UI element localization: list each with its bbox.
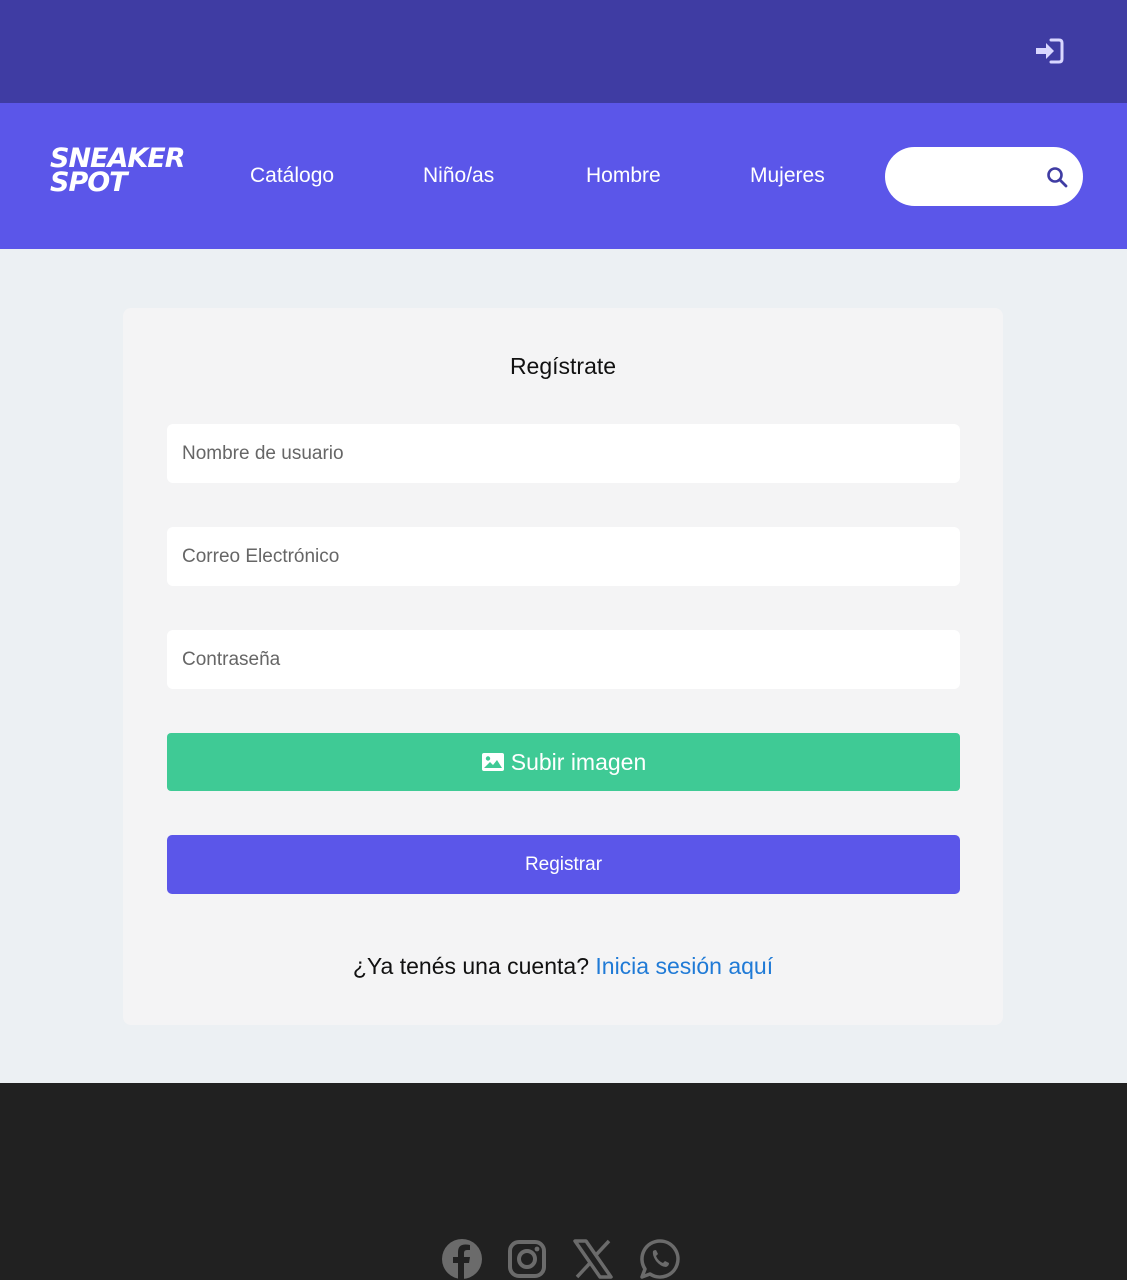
main-navbar: SNEAKER SPOT Catálogo Niño/as Hombre Muj… [0,103,1127,249]
nav-link-ninos[interactable]: Niño/as [423,163,494,189]
search-box [885,147,1083,206]
top-bar [0,0,1127,103]
login-link[interactable]: Inicia sesión aquí [595,953,773,979]
whatsapp-icon[interactable] [639,1238,681,1280]
username-field[interactable] [167,424,960,483]
footer [0,1083,1127,1280]
upload-image-label: Subir imagen [510,748,647,775]
image-icon [481,753,504,771]
sign-in-icon[interactable] [1034,37,1064,65]
x-icon[interactable] [572,1238,614,1280]
search-input[interactable] [903,161,1043,191]
register-button[interactable]: Registrar [167,835,960,894]
nav-link-catalogo[interactable]: Catálogo [250,163,334,189]
password-field[interactable] [167,630,960,689]
facebook-icon[interactable] [441,1238,483,1280]
nav-link-mujeres[interactable]: Mujeres [750,163,825,189]
login-prompt-text: ¿Ya tenés una cuenta? [352,953,589,979]
nav-link-hombre[interactable]: Hombre [586,163,661,189]
form-title: Regístrate [509,353,617,379]
email-field[interactable] [167,527,960,586]
register-button-label: Registrar [524,853,603,875]
logo-line-2: SPOT [50,167,128,198]
brand-logo[interactable]: SNEAKER SPOT [50,145,190,205]
register-card: Regístrate Subir imagen Registrar ¿Ya te… [123,308,1003,1025]
instagram-icon[interactable] [506,1238,548,1280]
login-prompt: ¿Ya tenés una cuenta? Inicia sesión aquí [123,953,1003,980]
search-icon[interactable] [1045,165,1069,189]
upload-image-button[interactable]: Subir imagen [167,733,960,791]
